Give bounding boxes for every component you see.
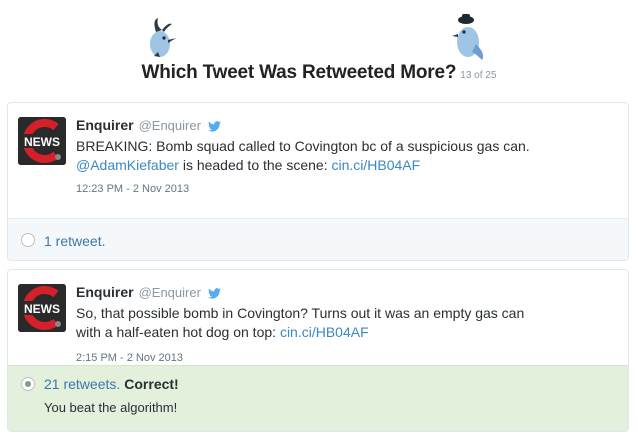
answer-text: 1 retweet. <box>44 233 105 249</box>
retweet-count: 21 retweets. <box>44 376 121 392</box>
author-name[interactable]: Enquirer <box>76 117 134 133</box>
twitter-bird-icon <box>207 288 221 299</box>
tweet-text-line: is headed to the scene: <box>178 157 332 173</box>
answer-option-2[interactable]: 21 retweets. Correct! You beat the algori… <box>8 365 628 431</box>
tweet-card-2[interactable]: NEWS Enquirer @Enquirer So, that possible… <box>7 269 629 432</box>
tweet-card-1[interactable]: NEWS Enquirer @Enquirer BREAKING: Bomb sq… <box>7 102 629 261</box>
tweet-text-line: BREAKING: Bomb squad called to Covington… <box>76 138 530 154</box>
svg-text:NEWS: NEWS <box>24 135 60 149</box>
url-link[interactable]: cin.ci/HB04AF <box>280 324 369 340</box>
avatar: NEWS <box>18 284 66 332</box>
answer-text: 21 retweets. Correct! <box>44 376 179 392</box>
bird-right-icon <box>452 14 484 60</box>
twitter-bird-icon <box>207 121 221 132</box>
retweet-count: 1 retweet. <box>44 233 106 249</box>
avatar: NEWS <box>18 117 66 165</box>
author-handle[interactable]: @Enquirer <box>139 118 201 133</box>
result-message: You beat the algorithm! <box>44 400 178 415</box>
tweet-text-line: So, that possible bomb in Covington? Tur… <box>76 305 525 321</box>
svg-text:NEWS: NEWS <box>24 302 60 316</box>
progress-counter: 13 of 25 <box>460 70 497 81</box>
mention-link[interactable]: @AdamKiefaber <box>76 157 179 173</box>
enquirer-news-logo-icon: NEWS <box>18 117 66 165</box>
tweet: NEWS Enquirer @Enquirer BREAKING: Bomb sq… <box>8 103 628 218</box>
tweet-timestamp[interactable]: 2:15 PM - 2 Nov 2013 <box>76 352 183 364</box>
author-name[interactable]: Enquirer <box>76 284 134 300</box>
tweet-text: BREAKING: Bomb squad called to Covington… <box>76 137 596 175</box>
author-handle[interactable]: @Enquirer <box>139 285 201 300</box>
answer-option-1[interactable]: 1 retweet. <box>8 218 628 260</box>
game-header: Which Tweet Was Retweeted More? 13 of 25 <box>0 0 638 100</box>
author-row: Enquirer @Enquirer <box>76 117 221 133</box>
radio-button-selected[interactable] <box>21 377 35 391</box>
tweet-timestamp[interactable]: 12:23 PM - 2 Nov 2013 <box>76 183 189 195</box>
page-title: Which Tweet Was Retweeted More? <box>141 62 457 83</box>
url-link[interactable]: cin.ci/HB04AF <box>332 157 421 173</box>
result-label: Correct! <box>124 376 179 392</box>
tweet-text: So, that possible bomb in Covington? Tur… <box>76 304 596 342</box>
enquirer-news-logo-icon: NEWS <box>18 284 66 332</box>
tweet-text-line: with a half-eaten hot dog on top: <box>76 324 280 340</box>
radio-dot <box>25 381 31 387</box>
radio-button[interactable] <box>21 233 35 247</box>
title-row: Which Tweet Was Retweeted More? 13 of 25 <box>0 62 638 84</box>
bird-left-icon <box>150 18 176 57</box>
author-row: Enquirer @Enquirer <box>76 284 221 300</box>
